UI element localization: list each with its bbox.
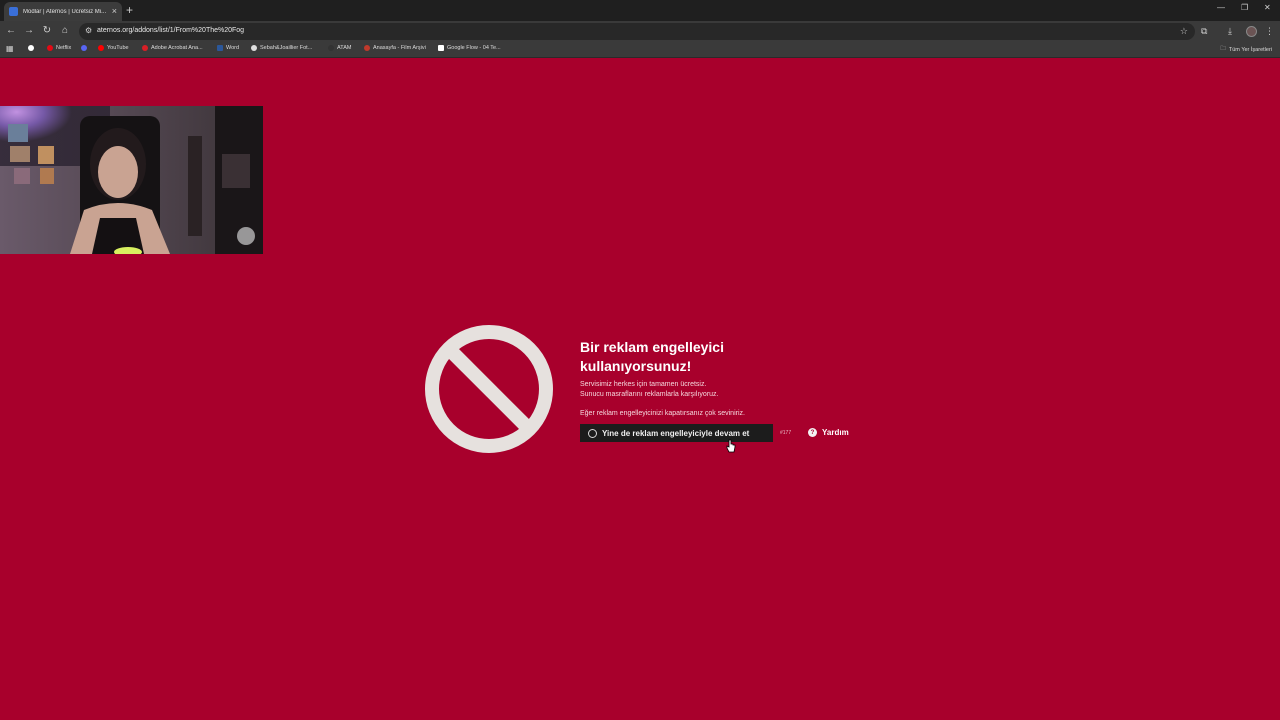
new-tab-plus-icon[interactable]: + [126, 3, 133, 17]
address-bar[interactable]: ⚙ aternos.org/addons/list/1/From%20The%2… [79, 23, 1195, 40]
bookmark-word[interactable]: Word [217, 45, 239, 51]
menu-kebab-icon[interactable]: ⋮ [1265, 25, 1274, 37]
tab-aternos[interactable]: Modlar | Aternos | Ücretsiz Mi... × [4, 2, 122, 21]
youtube-icon [98, 45, 104, 51]
help-question-icon: ? [808, 428, 817, 437]
profile-avatar[interactable] [1246, 26, 1257, 37]
help-link[interactable]: ? Yardım [808, 428, 849, 437]
tab-strip: Modlar | Aternos | Ücretsiz Mi... × + — … [0, 0, 1280, 21]
continue-with-adblocker-button[interactable]: Yine de reklam engelleyiciyle devam et [580, 424, 773, 442]
window-restore-icon[interactable]: ❐ [1241, 3, 1248, 12]
smiley-icon [588, 428, 597, 438]
google-bookmark-icon[interactable] [28, 45, 34, 51]
adblock-notice-title: Bir reklam engelleyici kullanıyorsunuz! [580, 339, 724, 374]
forward-arrow-icon[interactable]: → [23, 24, 35, 38]
word-icon [217, 45, 223, 51]
globe-icon [251, 45, 257, 51]
continue-button-label: Yine de reklam engelleyiciyle devam et [602, 428, 750, 438]
netflix-icon [47, 45, 53, 51]
back-arrow-icon[interactable]: ← [5, 24, 17, 38]
window-close-icon[interactable]: ✕ [1264, 3, 1271, 12]
bookmark-adobe[interactable]: Adobe Acrobat Ana... [142, 45, 203, 51]
apps-grid-icon[interactable]: ▦ [6, 44, 14, 53]
adobe-icon [142, 45, 148, 51]
aternos-favicon-icon [9, 7, 18, 16]
notice-line-2: Sunucu masraflarını reklamlarla karşılıy… [580, 391, 719, 398]
document-icon [438, 45, 444, 51]
folder-icon: 🗀 [1220, 46, 1226, 52]
webcam-overlay [0, 106, 263, 254]
bookmark-sebah[interactable]: Sebah&Joaillier Fot... [251, 45, 312, 51]
bookmark-netflix[interactable]: Netflix [47, 45, 71, 51]
bookmark-google-flow[interactable]: Google Flow - 04 Te... [438, 45, 501, 51]
bookmark-film-arsivi[interactable]: Anasayfa - Film Arşivi [364, 45, 426, 51]
hand-cursor-icon [726, 439, 736, 453]
help-label: Yardım [822, 428, 849, 437]
bookmark-star-icon[interactable]: ☆ [1180, 26, 1188, 37]
url-text[interactable]: aternos.org/addons/list/1/From%20The%20F… [97, 27, 244, 34]
download-icon[interactable]: ⤓ [1228, 25, 1232, 37]
all-bookmarks[interactable]: 🗀 Tüm Yer İşaretleri [1220, 45, 1272, 54]
bookmark-youtube[interactable]: YouTube [98, 45, 129, 51]
tab-title: Modlar | Aternos | Ücretsiz Mi... [23, 8, 107, 15]
film-icon [364, 45, 370, 51]
home-icon[interactable]: ⌂ [59, 24, 71, 38]
extensions-icon[interactable]: ⧉ [1201, 25, 1207, 37]
bookmark-atam[interactable]: ATAM [328, 45, 351, 51]
tab-close-icon[interactable]: × [112, 7, 117, 16]
bookmarks-bar: ▦ Netflix YouTube Adobe Acrobat Ana... W… [0, 42, 1280, 58]
site-info-icon[interactable]: ⚙ [85, 26, 92, 35]
window-minimize-icon[interactable]: — [1217, 3, 1225, 12]
prohibited-icon [425, 325, 553, 453]
atam-icon [328, 45, 334, 51]
notice-line-3: Eğer reklam engelleyicinizi kapatırsanız… [580, 410, 745, 417]
notice-code: #177 [780, 430, 792, 436]
browser-toolbar: ← → ↻ ⌂ ⚙ aternos.org/addons/list/1/From… [0, 21, 1280, 42]
notice-line-1: Servisimiz herkes için tamamen ücretsiz. [580, 381, 707, 388]
reload-icon[interactable]: ↻ [41, 24, 53, 38]
bookmark-extra-icon[interactable] [81, 45, 87, 51]
webcam-feed-image [0, 106, 263, 254]
